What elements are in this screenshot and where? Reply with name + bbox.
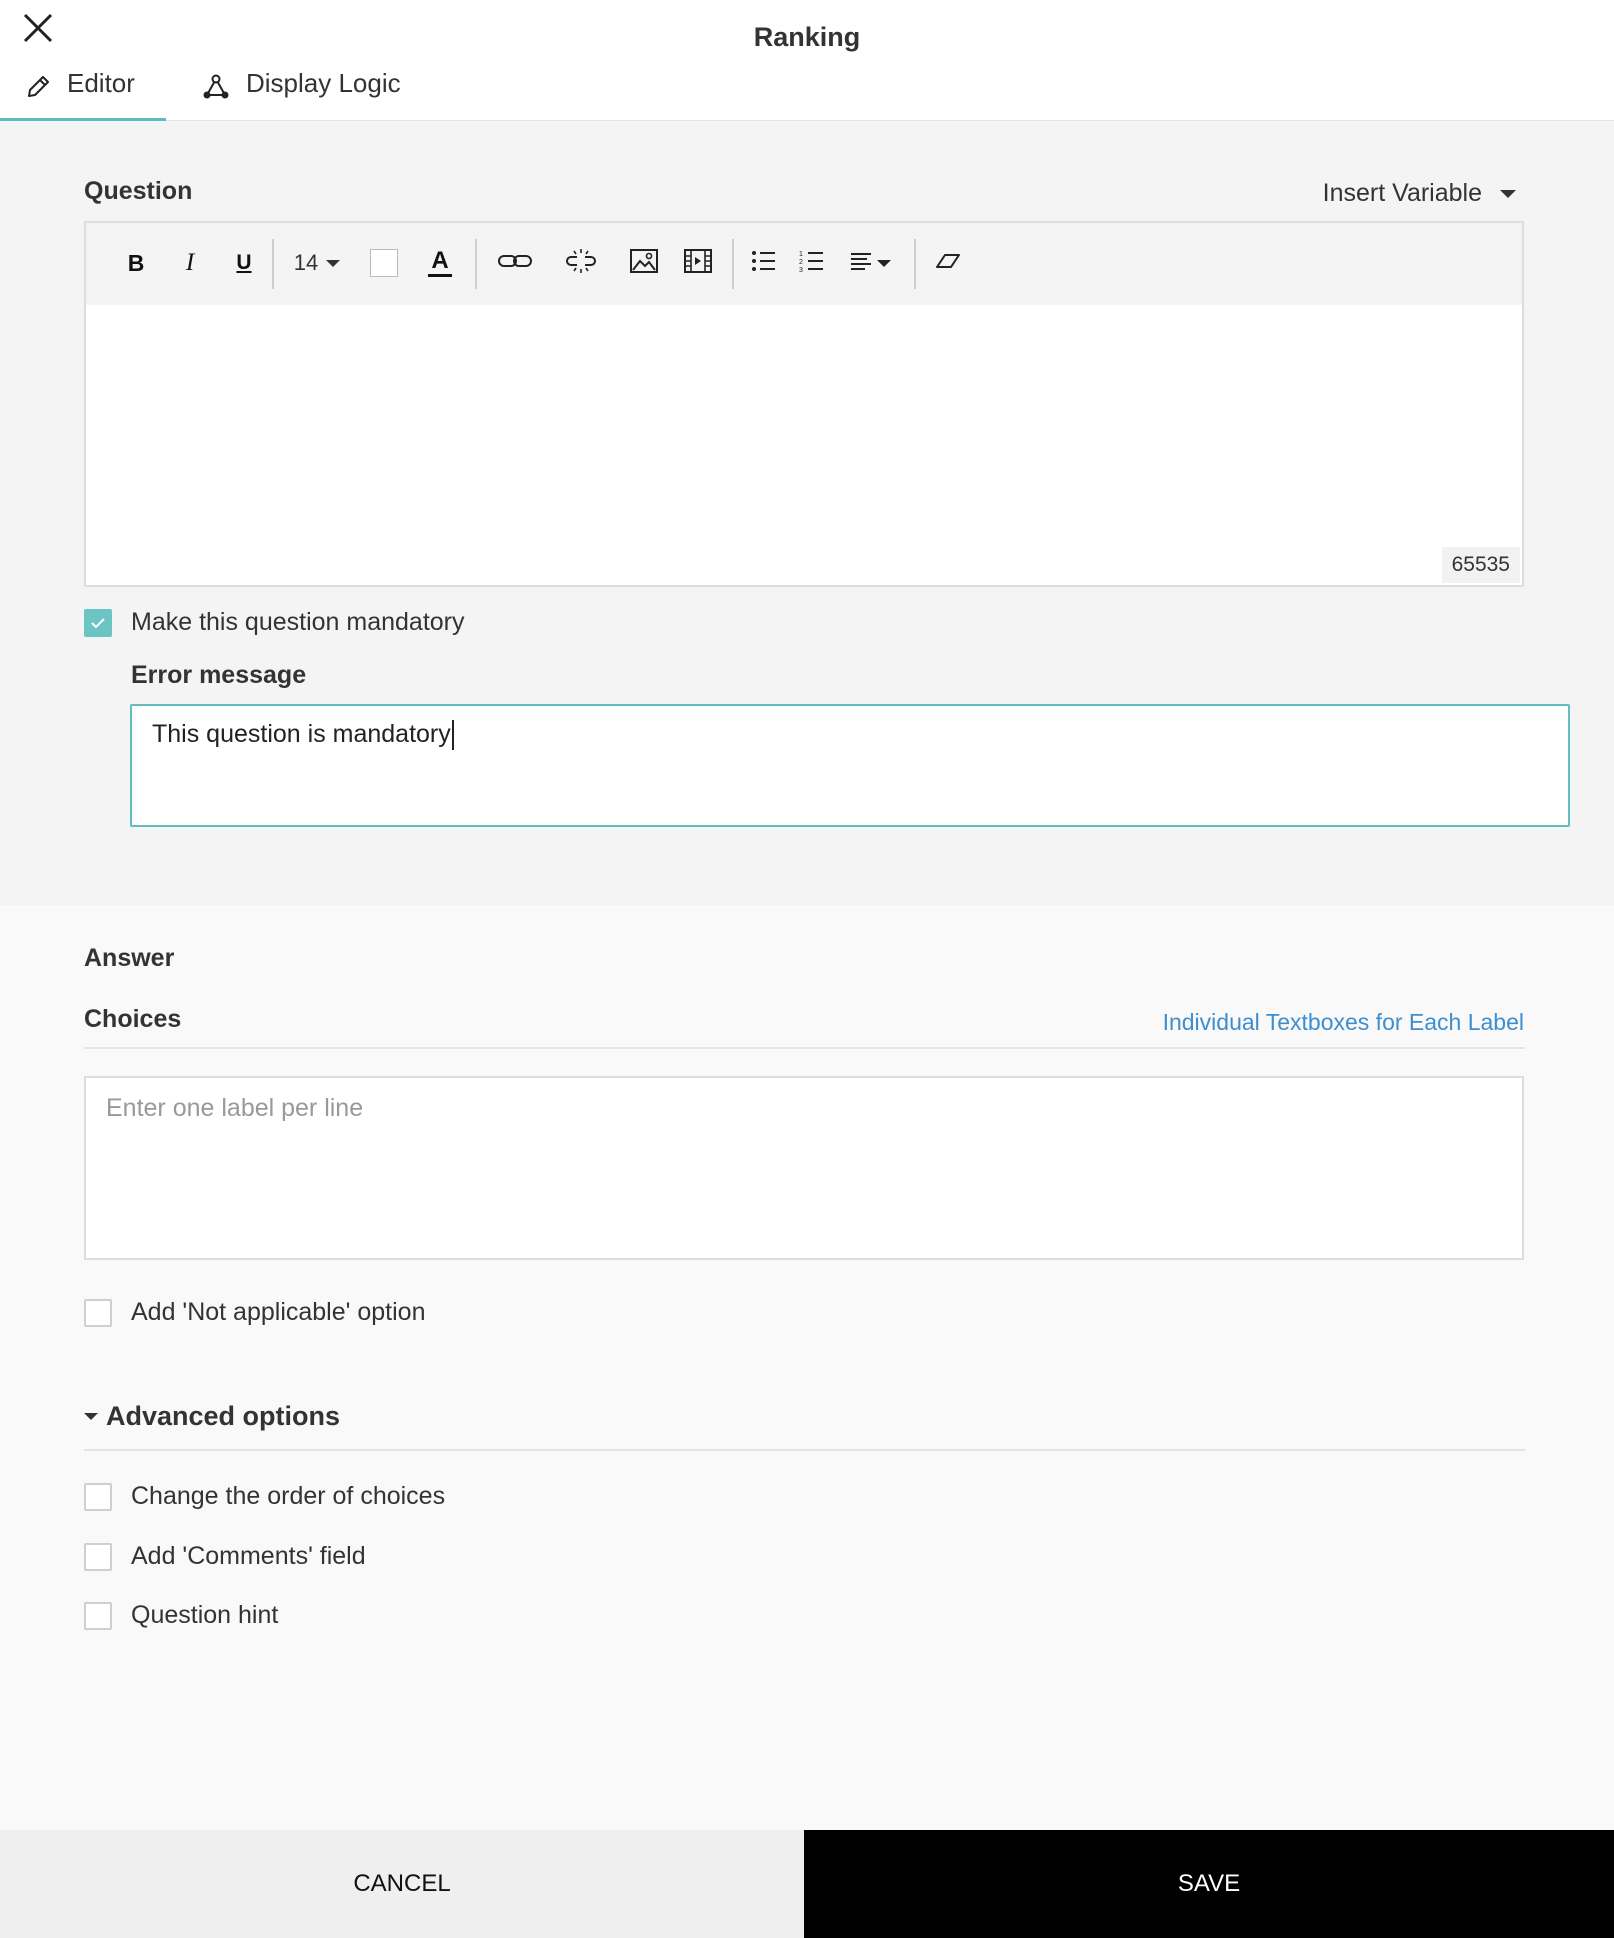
align-dropdown[interactable] <box>844 243 896 283</box>
change-order-label: Change the order of choices <box>131 1482 446 1510</box>
question-text-area[interactable] <box>86 305 1522 585</box>
bold-button[interactable]: B <box>116 243 156 283</box>
video-icon <box>683 248 713 279</box>
tab-editor[interactable]: Editor <box>0 68 166 121</box>
question-label: Question <box>84 177 193 205</box>
answer-label: Answer <box>84 944 175 972</box>
clear-formatting-button[interactable] <box>926 243 970 283</box>
cancel-button[interactable]: CANCEL <box>0 1830 804 1938</box>
italic-button[interactable]: I <box>170 243 210 283</box>
image-icon <box>629 248 659 279</box>
mandatory-label: Make this question mandatory <box>131 608 465 636</box>
font-size-dropdown[interactable]: 14 <box>282 243 352 283</box>
question-section: Question Insert Variable B I U 14 A 1 2 … <box>0 121 1614 905</box>
error-message-input[interactable]: This question is mandatory <box>130 704 1570 827</box>
underline-button[interactable]: U <box>224 243 264 283</box>
character-count: 65535 <box>1441 547 1520 583</box>
tab-display-logic[interactable]: Display Logic <box>202 68 401 121</box>
chevron-down-icon <box>876 259 891 267</box>
chevron-down-icon <box>326 259 341 267</box>
color-swatch-icon <box>370 249 398 277</box>
background-color-button[interactable] <box>364 243 404 283</box>
toolbar-divider <box>475 239 477 289</box>
choices-input[interactable] <box>84 1076 1524 1260</box>
insert-image-button[interactable] <box>622 243 666 283</box>
divider <box>84 1449 1525 1451</box>
text-cursor <box>451 720 454 751</box>
choices-label: Choices <box>84 1005 182 1033</box>
toolbar-divider <box>914 239 916 289</box>
comments-field-label: Add 'Comments' field <box>131 1542 366 1570</box>
insert-variable-dropdown[interactable]: Insert Variable <box>1323 179 1516 208</box>
question-hint-label: Question hint <box>131 1601 279 1629</box>
font-size-value: 14 <box>293 250 319 275</box>
answer-section: Answer Choices Individual Textboxes for … <box>0 905 1614 1830</box>
editor-toolbar: B I U 14 A 1 2 3 <box>86 223 1522 305</box>
chevron-down-icon <box>1500 189 1516 198</box>
pencil-icon <box>25 68 67 107</box>
error-message-value: This question is mandatory <box>152 720 451 748</box>
insert-link-button[interactable] <box>491 243 539 283</box>
header: Ranking Editor Display Logic <box>0 0 1614 121</box>
change-order-checkbox[interactable] <box>84 1483 112 1511</box>
insert-variable-label: Insert Variable <box>1322 179 1482 207</box>
advanced-options-toggle[interactable]: Advanced options <box>84 1401 340 1432</box>
divider <box>84 1047 1525 1049</box>
comments-field-checkbox[interactable] <box>84 1543 112 1571</box>
chevron-down-icon <box>84 1413 98 1420</box>
bulleted-list-icon <box>751 249 777 278</box>
not-applicable-checkbox[interactable] <box>84 1299 112 1327</box>
advanced-options-label: Advanced options <box>106 1401 341 1431</box>
text-color-icon: A <box>428 249 452 277</box>
toolbar-divider <box>732 239 734 289</box>
question-editor: B I U 14 A 1 2 3 65535 <box>84 221 1524 587</box>
svg-text:3: 3 <box>799 267 803 273</box>
mandatory-checkbox[interactable] <box>84 609 112 637</box>
eraser-icon <box>935 251 961 276</box>
tab-display-logic-label: Display Logic <box>246 68 401 98</box>
bulleted-list-button[interactable] <box>742 243 786 283</box>
link-icon <box>497 252 533 275</box>
unlink-button[interactable] <box>557 243 605 283</box>
toolbar-divider <box>272 239 274 289</box>
error-message-label: Error message <box>131 661 307 689</box>
individual-textboxes-link[interactable]: Individual Textboxes for Each Label <box>1163 1009 1524 1036</box>
align-left-icon <box>850 252 872 275</box>
save-button[interactable]: SAVE <box>804 1830 1614 1938</box>
svg-text:2: 2 <box>799 259 803 266</box>
text-color-glyph: A <box>431 247 449 274</box>
svg-text:1: 1 <box>799 251 803 258</box>
not-applicable-label: Add 'Not applicable' option <box>131 1298 426 1326</box>
branch-logic-icon <box>202 68 246 107</box>
numbered-list-icon: 123 <box>799 249 825 278</box>
tab-editor-label: Editor <box>67 68 135 98</box>
unlink-icon <box>563 248 599 279</box>
footer: CANCEL SAVE <box>0 1830 1614 1938</box>
page-title: Ranking <box>753 22 861 52</box>
checkmark-icon <box>86 618 110 639</box>
insert-video-button[interactable] <box>676 243 720 283</box>
question-hint-checkbox[interactable] <box>84 1602 112 1630</box>
text-color-button[interactable]: A <box>418 243 462 283</box>
numbered-list-button[interactable]: 123 <box>790 243 834 283</box>
